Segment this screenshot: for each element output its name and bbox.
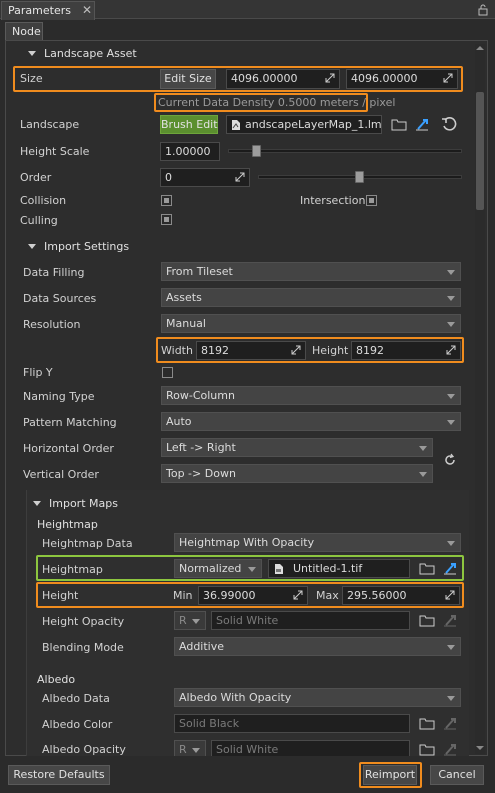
resolution-size-highlight (156, 337, 464, 363)
folder-icon[interactable] (419, 613, 435, 627)
collapse-arrow-icon (28, 51, 36, 56)
albedo-color-file-field[interactable]: Solid Black (174, 714, 410, 733)
albedo-opacity-file-field[interactable]: Solid White (211, 740, 410, 756)
folder-icon[interactable] (419, 716, 435, 730)
dropdown-arrow-icon (419, 446, 427, 451)
order-label: Order (20, 171, 52, 184)
horizontal-order-label: Horizontal Order (23, 442, 114, 455)
dropdown-arrow-icon (447, 696, 455, 701)
file-icon (232, 120, 240, 130)
resolution-dropdown[interactable]: Manual (161, 314, 461, 333)
albedo-data-dropdown[interactable]: Albedo With Opacity (174, 688, 461, 707)
heightmap-row-highlight (36, 555, 464, 581)
dropdown-arrow-icon (447, 322, 455, 327)
locate-asset-icon (444, 744, 456, 756)
close-tab-icon[interactable]: ✕ (82, 3, 92, 17)
cancel-button[interactable]: Cancel (430, 765, 484, 785)
height-scale-slider-thumb[interactable] (252, 145, 261, 157)
landscape-label: Landscape (20, 118, 80, 131)
blending-mode-label: Blending Mode (42, 641, 124, 654)
flip-y-label: Flip Y (23, 366, 53, 379)
pattern-matching-label: Pattern Matching (23, 416, 117, 429)
dropdown-arrow-icon (192, 619, 200, 624)
locate-asset-icon[interactable] (414, 116, 430, 132)
heightmap-data-label: Heightmap Data (42, 537, 133, 550)
window-title: Parameters (8, 4, 71, 17)
reimport-highlight (359, 762, 422, 788)
data-sources-dropdown[interactable]: Assets (161, 288, 461, 307)
tab-node[interactable]: Node (5, 22, 43, 40)
section-import-maps[interactable]: Import Maps (33, 497, 118, 511)
intersection-checkbox[interactable] (366, 195, 377, 206)
vertical-order-label: Vertical Order (23, 468, 99, 481)
reset-icon[interactable] (441, 116, 457, 132)
collapse-arrow-icon (33, 501, 41, 506)
dropdown-arrow-icon (419, 472, 427, 477)
vertical-order-dropdown[interactable]: Top -> Down (161, 464, 433, 483)
height-opacity-file-field[interactable]: Solid White (211, 611, 410, 630)
section-import-settings[interactable]: Import Settings (28, 240, 129, 254)
order-slider-thumb[interactable] (355, 171, 364, 183)
height-row-highlight (36, 582, 464, 608)
expand-icon[interactable] (234, 171, 246, 183)
culling-label: Culling (20, 214, 58, 227)
section-landscape-asset[interactable]: Landscape Asset (28, 47, 137, 61)
naming-type-dropdown[interactable]: Row-Column (161, 386, 461, 405)
dropdown-arrow-icon (447, 296, 455, 301)
resolution-label: Resolution (23, 318, 81, 331)
flip-y-checkbox[interactable] (162, 367, 173, 378)
albedo-data-label: Albedo Data (42, 692, 110, 705)
dropdown-arrow-icon (447, 541, 455, 546)
scrollbar-thumb[interactable] (476, 92, 484, 210)
locate-asset-icon (444, 718, 456, 730)
collision-label: Collision (20, 194, 67, 207)
dropdown-arrow-icon (447, 420, 455, 425)
blending-mode-dropdown[interactable]: Additive (174, 637, 461, 656)
parameters-window-tab[interactable]: Parameters ✕ (1, 1, 95, 20)
brush-edit-button[interactable]: Brush Edit (160, 115, 218, 134)
albedo-group-title: Albedo (37, 673, 76, 686)
dropdown-arrow-icon (447, 645, 455, 650)
lock-icon[interactable] (477, 3, 489, 16)
size-row-highlight (13, 66, 463, 92)
dropdown-arrow-icon (447, 394, 455, 399)
naming-type-label: Naming Type (23, 390, 95, 403)
albedo-opacity-label: Albedo Opacity (42, 743, 126, 756)
height-opacity-channel-dropdown[interactable]: R (174, 611, 206, 630)
dropdown-arrow-icon (192, 748, 200, 753)
order-field[interactable]: 0 (160, 168, 250, 187)
scrollbar-track[interactable] (475, 44, 485, 754)
height-scale-label: Height Scale (20, 145, 90, 158)
data-sources-label: Data Sources (23, 292, 97, 305)
data-filling-label: Data Filling (23, 266, 85, 279)
refresh-icon[interactable] (443, 453, 457, 467)
heightmap-group-title: Heightmap (37, 518, 98, 531)
folder-icon[interactable] (419, 742, 435, 756)
heightmap-data-dropdown[interactable]: Heightmap With Opacity (174, 533, 461, 552)
locate-asset-icon (444, 615, 456, 627)
pattern-matching-dropdown[interactable]: Auto (161, 412, 461, 431)
height-scale-slider[interactable] (228, 149, 462, 153)
collapse-arrow-icon (28, 244, 36, 249)
horizontal-order-dropdown[interactable]: Left -> Right (161, 438, 433, 457)
clip-area: Albedo Opacity R Solid White (26, 740, 469, 756)
intersection-label: Intersection (300, 194, 366, 207)
landscape-file-field[interactable]: andscapeLayerMap_1.lmap (226, 115, 382, 134)
folder-icon[interactable] (391, 117, 407, 131)
dropdown-arrow-icon (447, 270, 455, 275)
density-highlight (154, 93, 368, 112)
scrollbar-up-arrow[interactable] (476, 46, 484, 50)
data-filling-dropdown[interactable]: From Tileset (161, 262, 461, 281)
scrollbar-down-arrow[interactable] (476, 746, 484, 750)
tab-node-label: Node (12, 25, 41, 38)
height-scale-field[interactable]: 1.00000 (160, 142, 220, 161)
albedo-color-label: Albedo Color (42, 718, 113, 731)
culling-checkbox[interactable] (161, 214, 172, 225)
restore-defaults-button[interactable]: Restore Defaults (8, 765, 110, 785)
albedo-opacity-channel-dropdown[interactable]: R (174, 740, 206, 756)
collision-checkbox[interactable] (161, 195, 172, 206)
height-opacity-label: Height Opacity (42, 615, 125, 628)
